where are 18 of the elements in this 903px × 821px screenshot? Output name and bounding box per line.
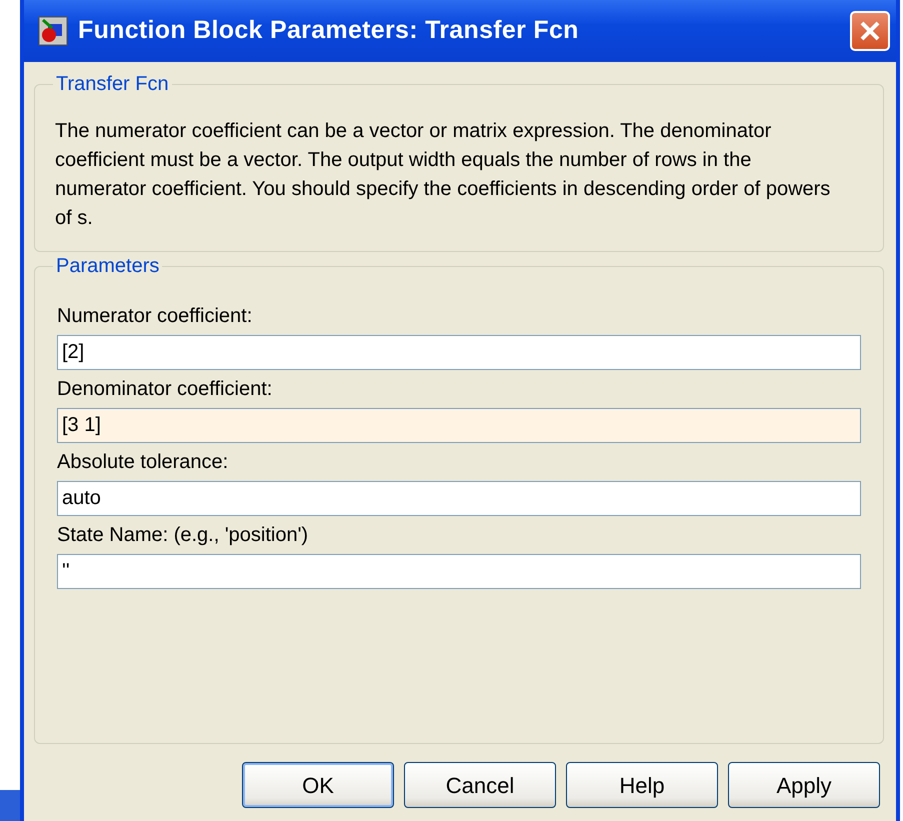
close-button[interactable] xyxy=(850,11,890,51)
ok-button[interactable]: OK xyxy=(242,762,394,808)
input-field[interactable]: '' xyxy=(57,554,861,589)
input-field[interactable]: auto xyxy=(57,481,861,516)
taskbar xyxy=(0,790,22,821)
field-label: Denominator coefficient: xyxy=(57,377,274,402)
input-field[interactable]: [3 1] xyxy=(57,408,861,443)
field-label: State Name: (e.g., 'position') xyxy=(57,523,310,548)
window-title: Function Block Parameters: Transfer Fcn xyxy=(78,15,579,46)
field-label: Absolute tolerance: xyxy=(57,450,230,475)
input-field[interactable]: [2] xyxy=(57,335,861,370)
close-icon xyxy=(859,20,881,42)
cancel-button[interactable]: Cancel xyxy=(404,762,556,808)
field-label: Numerator coefficient: xyxy=(57,304,254,329)
app-icon xyxy=(38,16,68,46)
help-button[interactable]: Help xyxy=(566,762,718,808)
apply-button[interactable]: Apply xyxy=(728,762,880,808)
description-text: The numerator coefficient can be a vector or matrix expression. The denominator coefficient must be a vector. The output width equals the number of rows in the numerator coefficient. You should specify the coefficients in descending order of powers of s. xyxy=(54,119,832,231)
